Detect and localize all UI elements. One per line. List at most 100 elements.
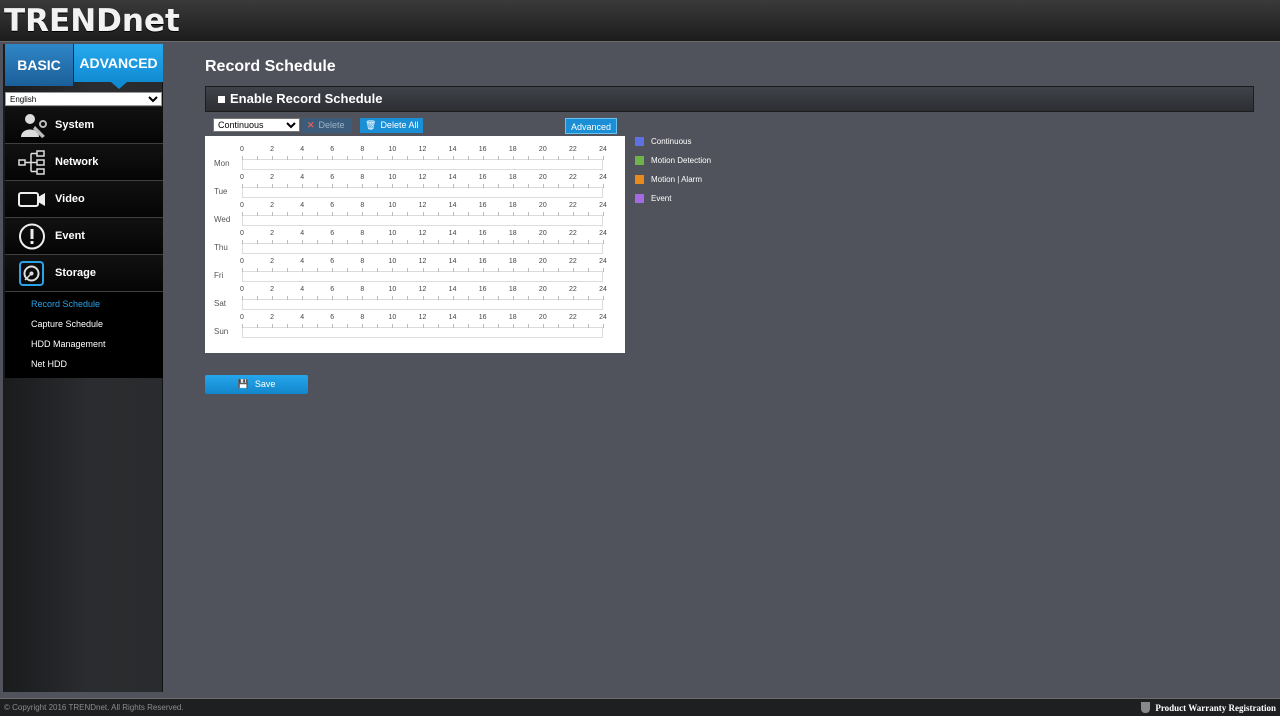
section-header: Enable Record Schedule xyxy=(205,86,1254,112)
hour-label: 2 xyxy=(270,146,275,153)
hour-tick xyxy=(407,324,409,328)
hour-tick xyxy=(437,240,439,244)
hour-label: 16 xyxy=(478,286,487,293)
day-timeline-track[interactable] xyxy=(242,324,604,338)
hour-tick xyxy=(572,296,574,300)
subnav-net-hdd[interactable]: Net HDD xyxy=(5,354,163,374)
legend-swatch xyxy=(635,175,644,184)
hour-label: 0 xyxy=(240,230,244,237)
hour-tick xyxy=(587,184,589,188)
hour-label: 0 xyxy=(240,146,244,153)
hour-tick xyxy=(302,268,304,272)
tab-advanced[interactable]: ADVANCED xyxy=(74,44,163,82)
hour-tick xyxy=(527,324,529,328)
hour-label: 16 xyxy=(478,258,487,265)
day-timeline-track[interactable] xyxy=(242,268,604,282)
delete-button[interactable]: ✕ Delete xyxy=(302,118,352,133)
subnav-capture-schedule[interactable]: Capture Schedule xyxy=(5,314,163,334)
advanced-button[interactable]: Advanced xyxy=(565,118,617,134)
subnav-hdd-management[interactable]: HDD Management xyxy=(5,334,163,354)
hour-tick xyxy=(467,296,469,300)
hour-label: 2 xyxy=(270,174,275,181)
hour-label: 16 xyxy=(478,314,487,321)
record-type-select[interactable]: Continuous xyxy=(213,118,300,132)
hour-tick xyxy=(392,184,394,188)
hour-tick xyxy=(512,324,514,328)
hour-tick xyxy=(497,296,499,300)
hour-label: 6 xyxy=(330,146,335,153)
hour-tick xyxy=(452,184,454,188)
hour-tick xyxy=(542,268,544,272)
hour-tick xyxy=(377,212,379,216)
hour-tick xyxy=(542,240,544,244)
hour-tick xyxy=(482,212,484,216)
hour-label: 2 xyxy=(270,202,275,209)
hour-label: 14 xyxy=(448,314,457,321)
hour-tick xyxy=(587,324,589,328)
hour-tick xyxy=(347,212,349,216)
day-timeline-track[interactable] xyxy=(242,212,604,226)
hour-tick xyxy=(422,184,424,188)
hour-tick xyxy=(272,184,274,188)
hour-tick xyxy=(422,296,424,300)
trendnet-logo: TRENDnet xyxy=(4,3,180,39)
sidebar-item-storage[interactable]: Storage xyxy=(5,255,163,292)
tab-basic[interactable]: BASIC xyxy=(5,44,73,86)
hour-label: 14 xyxy=(448,230,457,237)
hour-tick xyxy=(392,268,394,272)
delete-all-button[interactable]: 🗑 Delete All xyxy=(360,118,423,133)
hour-tick xyxy=(242,240,243,244)
day-timeline-track[interactable] xyxy=(242,156,604,170)
hour-tick xyxy=(362,184,364,188)
sidebar-item-network[interactable]: Network xyxy=(5,144,163,181)
hour-label: 16 xyxy=(478,230,487,237)
hour-tick xyxy=(497,240,499,244)
hour-tick xyxy=(317,212,319,216)
storage-icon xyxy=(19,261,44,286)
hour-tick xyxy=(497,324,499,328)
hour-tick xyxy=(377,324,379,328)
delete-label: Delete xyxy=(318,120,345,130)
sidebar-item-event[interactable]: Event xyxy=(5,218,163,255)
day-timeline-track[interactable] xyxy=(242,240,604,254)
hour-label: 6 xyxy=(330,314,335,321)
hour-tick xyxy=(572,156,574,160)
hour-tick xyxy=(557,212,559,216)
subnav-record-schedule[interactable]: Record Schedule xyxy=(5,294,163,314)
hour-label: 22 xyxy=(569,230,577,237)
hour-tick xyxy=(317,184,319,188)
hour-label: 14 xyxy=(448,286,457,293)
hour-tick xyxy=(272,212,274,216)
day-timeline-track[interactable] xyxy=(242,184,604,198)
legend-swatch xyxy=(635,194,644,203)
hour-tick xyxy=(332,212,334,216)
sidebar-item-system[interactable]: System xyxy=(5,107,163,144)
hour-tick xyxy=(467,212,469,216)
hour-tick xyxy=(347,296,349,300)
hour-tick xyxy=(377,156,379,160)
sidebar-item-video[interactable]: Video xyxy=(5,181,163,218)
hour-label: 0 xyxy=(240,202,244,209)
hour-tick xyxy=(332,296,334,300)
hour-tick xyxy=(302,324,304,328)
day-timeline-track[interactable] xyxy=(242,296,604,310)
hour-tick xyxy=(497,184,499,188)
save-button[interactable]: 💾 Save xyxy=(205,375,308,394)
hour-tick xyxy=(467,156,469,160)
hour-tick xyxy=(603,212,604,216)
hour-tick xyxy=(242,212,243,216)
hour-tick xyxy=(437,156,439,160)
schedule-row: Fri 0 2 4 6 8 10 12 14 16 18 20 22 24 xyxy=(205,258,625,286)
language-select[interactable]: English xyxy=(5,92,162,106)
hour-label: 12 xyxy=(418,258,427,265)
warranty-label: Product Warranty Registration xyxy=(1155,703,1276,713)
hour-tick xyxy=(362,324,364,328)
page-title: Record Schedule xyxy=(205,58,336,75)
hour-label: 16 xyxy=(478,174,487,181)
hour-tick xyxy=(332,240,334,244)
warranty-link[interactable]: Product Warranty Registration xyxy=(1141,702,1276,713)
hour-label: 24 xyxy=(599,146,607,153)
hour-label: 12 xyxy=(418,286,427,293)
legend-label: Motion Detection xyxy=(651,156,712,165)
hour-tick xyxy=(482,156,484,160)
